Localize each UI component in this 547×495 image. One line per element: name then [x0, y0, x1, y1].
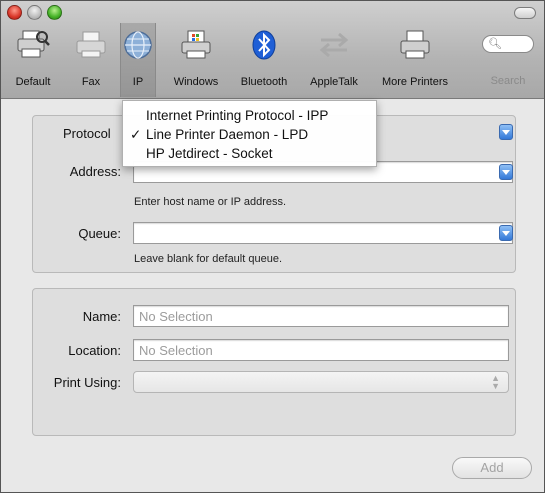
add-button[interactable]: Add: [452, 457, 532, 479]
toolbar-bluetooth-label: Bluetooth: [240, 76, 288, 88]
toolbar-bluetooth[interactable]: Bluetooth: [232, 23, 296, 97]
queue-label: Queue:: [78, 226, 121, 241]
globe-icon: [120, 27, 156, 63]
name-field[interactable]: No Selection: [133, 305, 509, 327]
address-popup-button[interactable]: [499, 164, 513, 180]
menu-item-ipp[interactable]: Internet Printing Protocol - IPP: [123, 106, 376, 125]
add-printer-window: Default Fax IP Windows Bluetooth AppleTa…: [0, 0, 545, 493]
close-window-button[interactable]: [7, 5, 22, 20]
menu-item-label: HP Jetdirect - Socket: [146, 146, 273, 161]
address-label: Address:: [69, 164, 121, 179]
toolbar-more-printers-label: More Printers: [381, 76, 449, 88]
checkmark-icon: ✓: [130, 127, 142, 142]
location-label: Location:: [68, 343, 121, 358]
toolbar-ip[interactable]: IP: [120, 23, 156, 97]
toolbar-toggle-button[interactable]: [514, 7, 536, 19]
menu-item-label: Internet Printing Protocol - IPP: [146, 108, 329, 123]
queue-field[interactable]: [133, 222, 513, 244]
name-label: Name:: [82, 309, 121, 324]
toolbar-ip-label: IP: [132, 76, 144, 88]
print-using-select[interactable]: ▲ ▼: [133, 371, 509, 393]
toolbar-fax-label: Fax: [81, 76, 101, 88]
chevron-down-icon: [502, 169, 510, 175]
toolbar-appletalk[interactable]: AppleTalk: [300, 23, 368, 97]
bluetooth-icon: [246, 27, 282, 63]
toolbar-search[interactable]: 🔍︎ Search: [478, 23, 538, 97]
minimize-window-button[interactable]: [27, 5, 42, 20]
search-icon: 🔍︎: [488, 38, 502, 50]
search-field[interactable]: 🔍︎: [482, 35, 534, 53]
protocol-menu: Internet Printing Protocol - IPP ✓ Line …: [122, 100, 377, 167]
toolbar-windows[interactable]: Windows: [167, 23, 225, 97]
address-hint: Enter host name or IP address.: [134, 196, 287, 208]
printer-windows-icon: [178, 27, 214, 63]
fax-icon: [73, 27, 109, 63]
zoom-window-button[interactable]: [47, 5, 62, 20]
chevron-down-icon: [502, 230, 510, 236]
printer-type-toolbar: Default Fax IP Windows Bluetooth AppleTa…: [1, 23, 544, 97]
menu-item-lpd[interactable]: ✓ Line Printer Daemon - LPD: [123, 125, 376, 144]
up-down-arrows-icon: ▲ ▼: [491, 373, 500, 391]
printer-icon: [397, 27, 433, 63]
menu-item-label: Line Printer Daemon - LPD: [146, 127, 309, 142]
queue-hint: Leave blank for default queue.: [134, 253, 283, 265]
chevron-down-icon: [502, 129, 510, 135]
toolbar-windows-label: Windows: [173, 76, 219, 88]
toolbar-more-printers[interactable]: More Printers: [373, 23, 457, 97]
window-toolbar: Default Fax IP Windows Bluetooth AppleTa…: [1, 1, 544, 99]
details-group: Name: No Selection Location: No Selectio…: [32, 288, 516, 436]
toolbar-fax[interactable]: Fax: [69, 23, 113, 97]
menu-item-socket[interactable]: HP Jetdirect - Socket: [123, 144, 376, 163]
protocol-label: Protocol: [63, 126, 111, 141]
printer-magnifier-icon: [15, 27, 51, 63]
toolbar-appletalk-label: AppleTalk: [310, 76, 358, 88]
print-using-label: Print Using:: [53, 375, 121, 390]
toolbar-search-label: Search: [490, 75, 526, 87]
toolbar-default[interactable]: Default: [3, 23, 63, 97]
protocol-popup-button[interactable]: [499, 124, 513, 140]
appletalk-arrows-icon: [316, 27, 352, 63]
queue-popup-button[interactable]: [499, 225, 513, 241]
toolbar-default-label: Default: [15, 76, 51, 88]
location-field[interactable]: No Selection: [133, 339, 509, 361]
